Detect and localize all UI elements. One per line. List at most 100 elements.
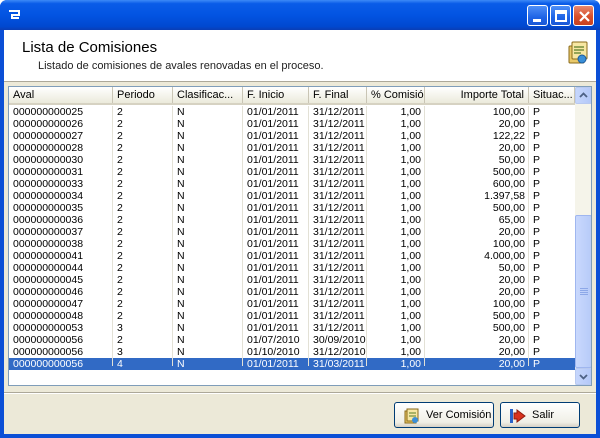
col-importe-total-cell: 20,00 — [498, 358, 525, 370]
table-row[interactable]: 000000000025 2 N 01/01/2011 31/12/2011 1,00 10… — [9, 106, 575, 118]
col-fecha-inicio-cell: 01/01/2011 — [247, 322, 299, 334]
col-periodo-cell: 3 — [117, 346, 123, 358]
col-clasificacion-cell: N — [177, 250, 185, 262]
col-importe-total-cell: 122,22 — [492, 130, 525, 142]
col-situacion-cell: P — [533, 166, 541, 178]
col-importe-total-cell: 20,00 — [498, 142, 525, 154]
col-fecha-final-cell: 31/12/2011 — [313, 118, 365, 130]
exit-arrow-icon — [510, 409, 526, 423]
col-periodo-cell: 2 — [117, 250, 123, 262]
table-row[interactable]: 000000000056 2 N 01/07/2010 30/09/2010 1,00 20… — [9, 334, 575, 346]
col-aval-cell: 000000000034 — [13, 190, 84, 202]
table-row[interactable]: 000000000028 2 N 01/01/2011 31/12/2011 1,00 20… — [9, 142, 575, 154]
col-comision-cell: 1,00 — [400, 190, 421, 202]
col-situacion-cell: P — [533, 226, 541, 238]
column-divider — [242, 106, 243, 366]
col-comision-cell: 1,00 — [400, 274, 421, 286]
table-row[interactable]: 000000000031 2 N 01/01/2011 31/12/2011 1,00 50… — [9, 166, 575, 178]
table-row[interactable]: 000000000033 2 N 01/01/2011 31/12/2011 1,00 60… — [9, 178, 575, 190]
col-situacion-cell: P — [533, 250, 541, 262]
col-aval-cell: 000000000027 — [13, 130, 84, 142]
col-comision-cell: 1,00 — [400, 226, 421, 238]
table-row[interactable]: 000000000036 2 N 01/01/2011 31/12/2011 1,00 65… — [9, 214, 575, 226]
commissions-grid[interactable]: Aval Periodo Clasificac... F. Inicio F. Fina… — [8, 86, 592, 386]
col-comision-header[interactable]: % Comisión — [367, 87, 425, 103]
selected-table-row[interactable]: 000000000056 4 N 01/01/2011 31/03/2011 1,00 20… — [9, 358, 575, 370]
col-situacion-cell: P — [533, 274, 541, 286]
col-clasificacion-header[interactable]: Clasificac... — [173, 87, 243, 103]
scroll-up-button[interactable] — [575, 87, 591, 104]
scroll-down-button[interactable] — [575, 368, 591, 385]
col-fecha-final-cell: 31/03/2011 — [313, 358, 365, 370]
scroll-grip — [580, 290, 588, 291]
maximize-button[interactable] — [550, 5, 571, 26]
col-fecha-inicio-header[interactable]: F. Inicio — [243, 87, 309, 103]
col-fecha-inicio-cell: 01/10/2010 — [247, 346, 300, 358]
title-bar[interactable] — [0, 0, 600, 30]
table-row[interactable]: 000000000034 2 N 01/01/2011 31/12/2011 1,00 1.… — [9, 190, 575, 202]
table-row[interactable]: 000000000035 2 N 01/01/2011 31/12/2011 1,00 50… — [9, 202, 575, 214]
col-importe-total-header[interactable]: Importe Total — [425, 87, 529, 103]
col-periodo-header[interactable]: Periodo — [113, 87, 173, 103]
view-commission-label: Ver Comisión — [426, 409, 492, 421]
col-clasificacion-cell: N — [177, 142, 185, 154]
col-fecha-final-cell: 31/12/2011 — [313, 250, 365, 262]
col-aval-cell: 000000000025 — [13, 106, 84, 118]
col-clasificacion-cell: N — [177, 286, 185, 298]
col-importe-total-cell: 20,00 — [498, 286, 525, 298]
table-row[interactable]: 000000000037 2 N 01/01/2011 31/12/2011 1,00 20… — [9, 226, 575, 238]
col-fecha-final-cell: 31/12/2011 — [313, 190, 365, 202]
col-aval-header[interactable]: Aval — [9, 87, 113, 103]
page-title: Lista de Comisiones — [22, 39, 158, 56]
col-comision-cell: 1,00 — [400, 106, 421, 118]
exit-button[interactable]: Salir — [500, 402, 580, 428]
col-fecha-inicio-cell: 01/01/2011 — [247, 274, 299, 286]
col-situacion-cell: P — [533, 238, 541, 250]
col-fecha-final-cell: 31/12/2011 — [313, 274, 365, 286]
table-row[interactable]: 000000000044 2 N 01/01/2011 31/12/2011 1,00 50… — [9, 262, 575, 274]
table-row[interactable]: 000000000047 2 N 01/01/2011 31/12/2011 1,00 10… — [9, 298, 575, 310]
col-fecha-final-cell: 31/12/2011 — [313, 310, 365, 322]
col-periodo-cell: 2 — [117, 286, 123, 298]
col-fecha-final-header[interactable]: F. Final — [309, 87, 367, 103]
col-importe-total-cell: 500,00 — [492, 310, 525, 322]
col-situacion-cell: P — [533, 214, 541, 226]
col-periodo-cell: 2 — [117, 310, 123, 322]
col-clasificacion-cell: N — [177, 262, 185, 274]
table-row[interactable]: 000000000053 3 N 01/01/2011 31/12/2011 1,00 50… — [9, 322, 575, 334]
table-row[interactable]: 000000000048 2 N 01/01/2011 31/12/2011 1,00 50… — [9, 310, 575, 322]
close-button[interactable] — [573, 5, 594, 26]
col-fecha-inicio-cell: 01/01/2011 — [247, 178, 299, 190]
col-situacion-cell: P — [533, 142, 541, 154]
col-aval-cell: 000000000046 — [13, 286, 84, 298]
col-situacion-header[interactable]: Situac... — [529, 87, 575, 103]
table-row[interactable]: 000000000046 2 N 01/01/2011 31/12/2011 1,00 20… — [9, 286, 575, 298]
scroll-grip — [580, 292, 588, 293]
col-situacion-cell: P — [533, 298, 541, 310]
col-comision-cell: 1,00 — [400, 214, 421, 226]
minimize-icon — [533, 19, 541, 22]
commissions-icon — [568, 41, 588, 64]
table-row[interactable]: 000000000056 3 N 01/10/2010 31/12/2010 1,00 20… — [9, 346, 575, 358]
vertical-scrollbar[interactable] — [575, 87, 591, 385]
col-fecha-inicio-cell: 01/01/2011 — [247, 130, 299, 142]
col-fecha-final-cell: 31/12/2011 — [313, 214, 365, 226]
col-clasificacion-cell: N — [177, 226, 185, 238]
col-fecha-final-cell: 31/12/2011 — [313, 106, 365, 118]
table-row[interactable]: 000000000041 2 N 01/01/2011 31/12/2011 1,00 4.… — [9, 250, 575, 262]
table-row[interactable]: 000000000045 2 N 01/01/2011 31/12/2011 1,00 20… — [9, 274, 575, 286]
grid-header: Aval Periodo Clasificac... F. Inicio F. Fina… — [9, 87, 575, 105]
minimize-button[interactable] — [527, 5, 548, 26]
table-row[interactable]: 000000000030 2 N 01/01/2011 31/12/2011 1,00 50… — [9, 154, 575, 166]
column-divider — [112, 106, 113, 366]
col-aval-cell: 000000000038 — [13, 238, 84, 250]
table-row[interactable]: 000000000038 2 N 01/01/2011 31/12/2011 1,00 10… — [9, 238, 575, 250]
table-row[interactable]: 000000000026 2 N 01/01/2011 31/12/2011 1,00 20… — [9, 118, 575, 130]
table-row[interactable]: 000000000027 2 N 01/01/2011 31/12/2011 1,00 12… — [9, 130, 575, 142]
close-icon — [579, 11, 590, 22]
scroll-thumb[interactable] — [575, 215, 591, 368]
view-commission-button[interactable]: Ver Comisión — [394, 402, 494, 428]
col-situacion-cell: P — [533, 202, 541, 214]
col-fecha-inicio-cell: 01/01/2011 — [247, 214, 299, 226]
col-clasificacion-cell: N — [177, 154, 185, 166]
